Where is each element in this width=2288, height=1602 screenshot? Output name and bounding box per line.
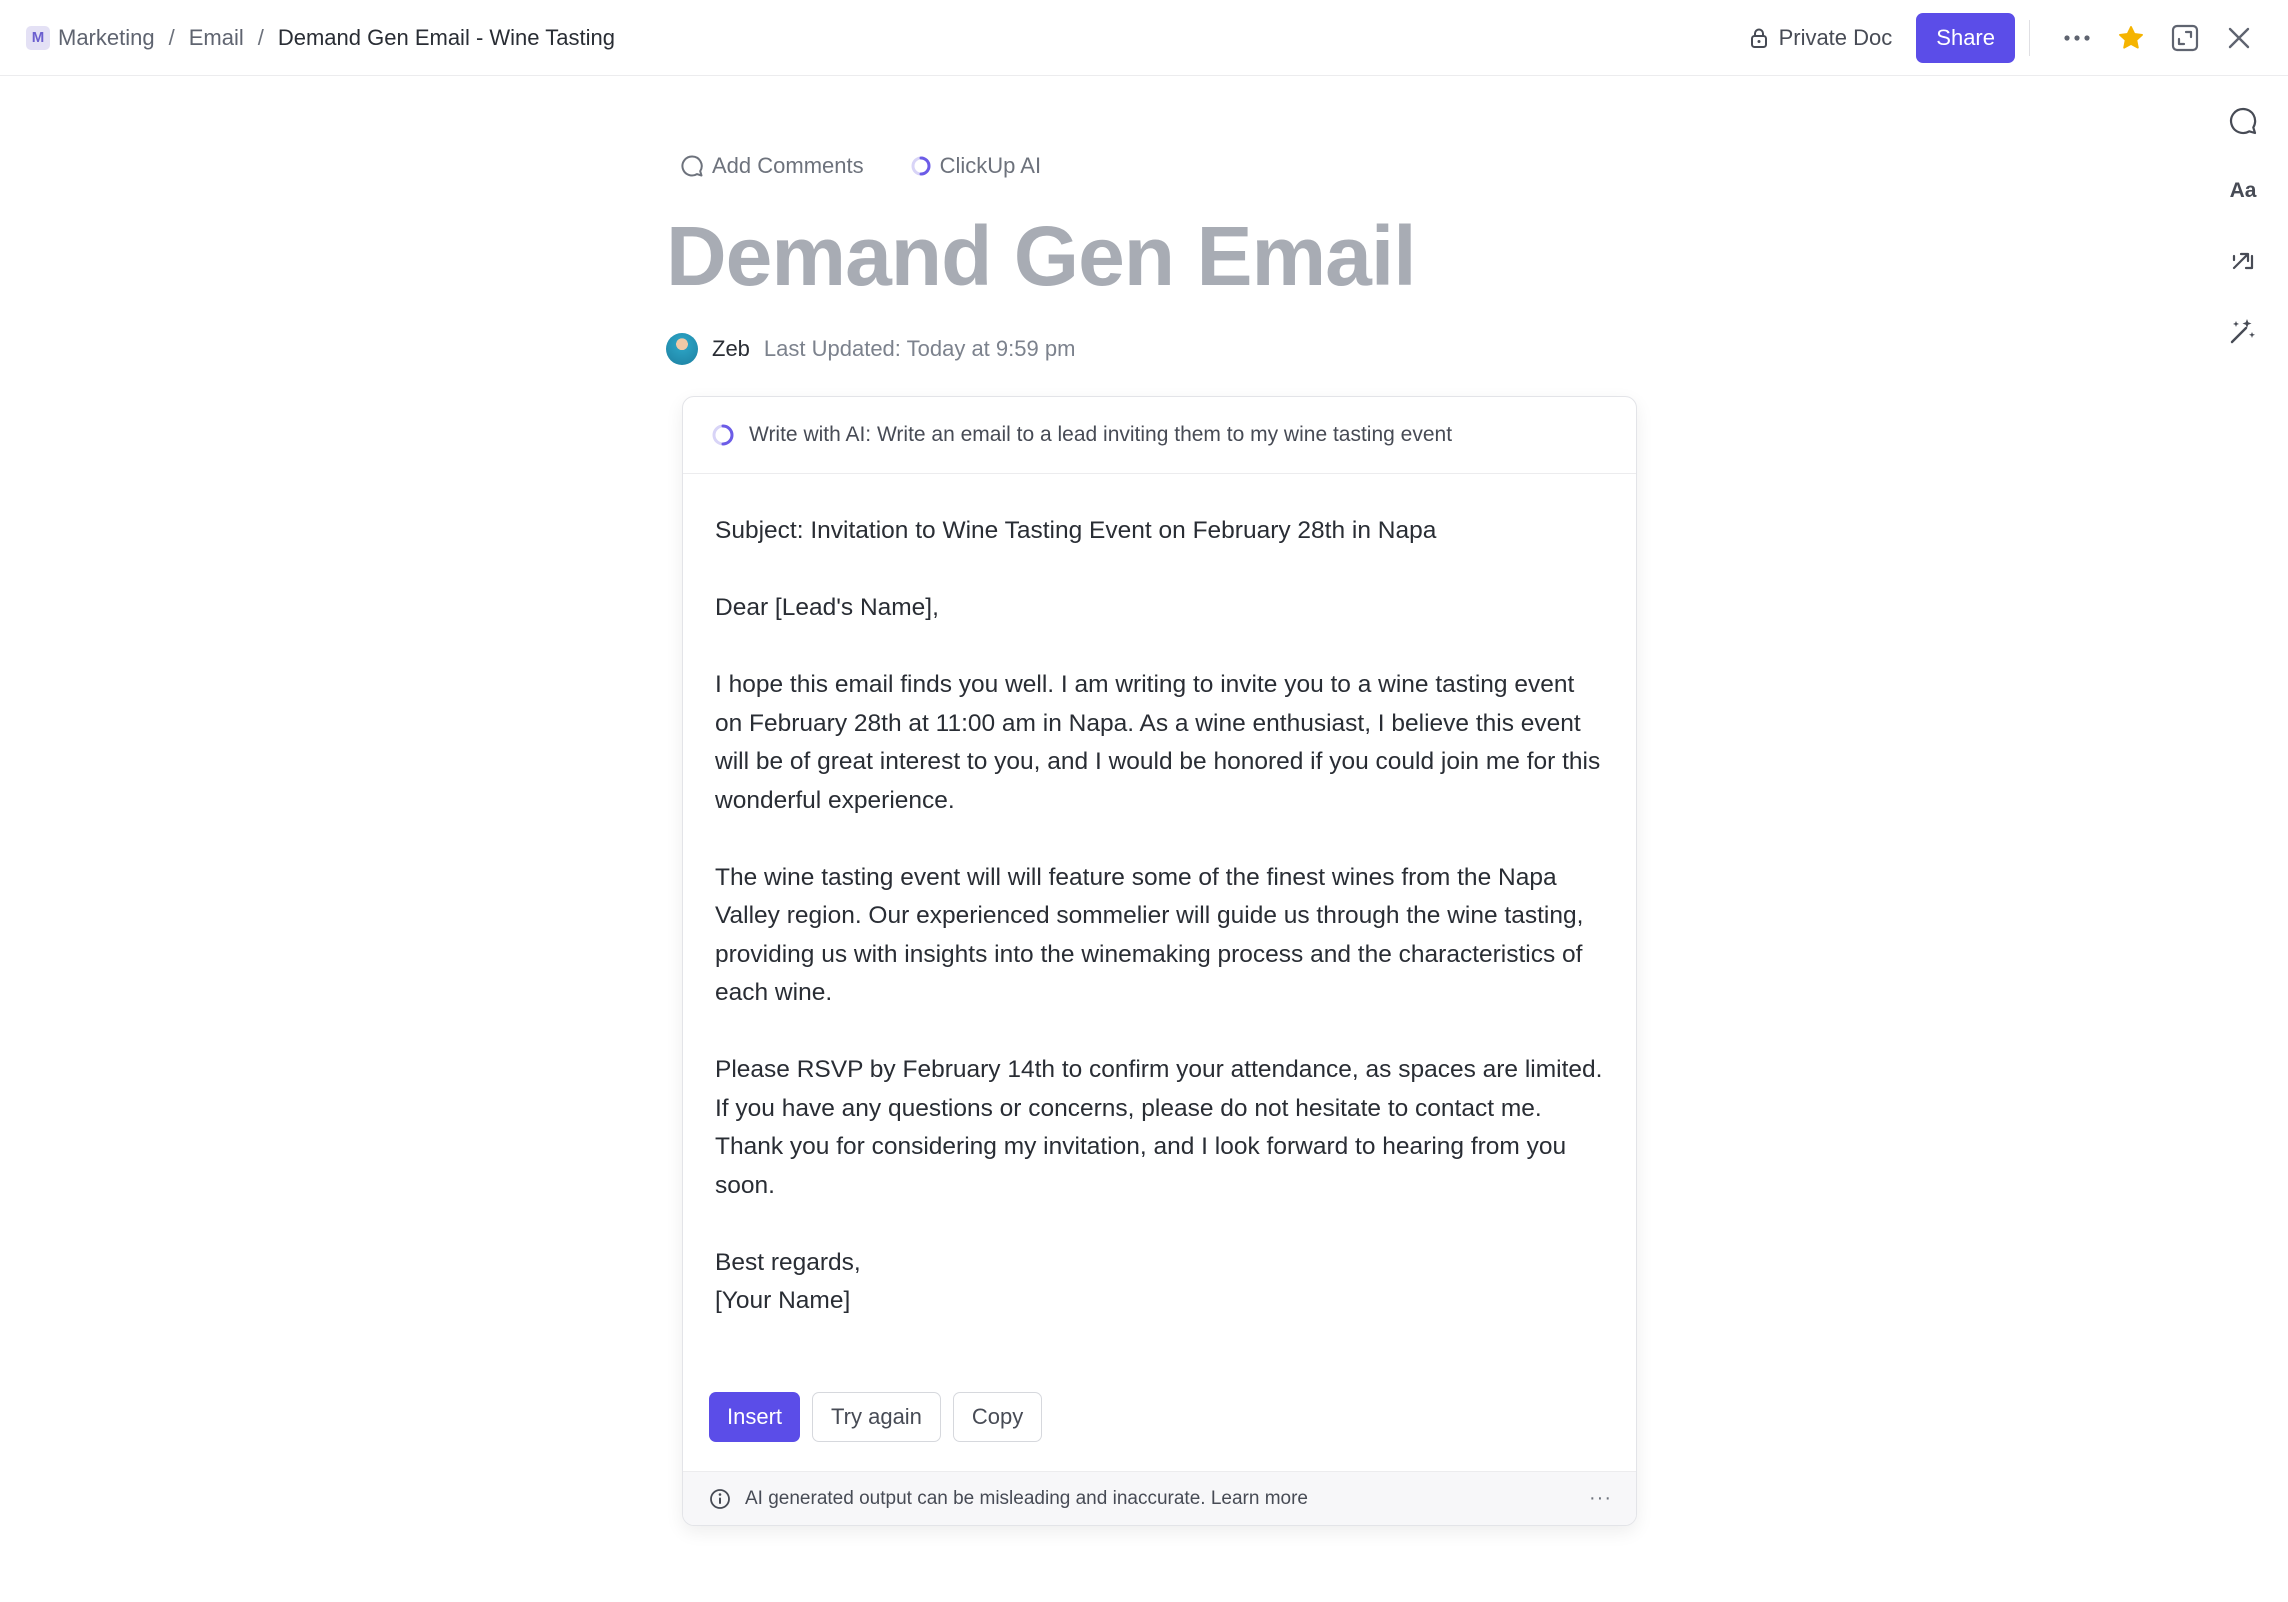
divider <box>2029 20 2030 56</box>
ai-prompt-text: Write with AI: Write an email to a lead … <box>749 423 1453 446</box>
breadcrumb-item-email[interactable]: Email <box>189 25 244 51</box>
ai-disclaimer-text[interactable]: AI generated output can be misleading an… <box>745 1488 1308 1510</box>
doc-meta: Zeb Last Updated: Today at 9:59 pm <box>666 333 1075 365</box>
header-actions: Private Doc Share <box>1749 0 2266 76</box>
relationships-icon <box>2232 252 2254 270</box>
more-button[interactable] <box>2050 11 2104 65</box>
clickup-ai-label: ClickUp AI <box>939 153 1042 178</box>
rail-text-format-button[interactable]: Aa <box>2218 166 2268 216</box>
privacy-toggle[interactable]: Private Doc <box>1749 25 1893 51</box>
text-format-icon: Aa <box>2229 179 2257 202</box>
email-paragraph: Please RSVP by February 14th to confirm … <box>715 1056 1603 1122</box>
ai-disclaimer-bar: AI generated output can be misleading an… <box>683 1471 1636 1525</box>
email-paragraph: The wine tasting event will will feature… <box>715 863 1584 1007</box>
clickup-ai-icon <box>911 156 931 176</box>
insert-button[interactable]: Insert <box>709 1392 801 1442</box>
ai-magic-icon <box>2230 319 2255 344</box>
email-closing: Best regards, <box>715 1248 861 1276</box>
clickup-ai-button[interactable]: ClickUp AI <box>910 153 1041 179</box>
breadcrumb-separator: / <box>168 24 175 50</box>
comment-icon <box>2229 107 2257 135</box>
comment-icon <box>681 155 703 177</box>
email-subject: Subject: Invitation to Wine Tasting Even… <box>715 517 1437 544</box>
breadcrumb-separator: / <box>257 24 264 50</box>
expand-button[interactable] <box>2158 11 2212 65</box>
email-signature: [Your Name] <box>715 1287 851 1314</box>
ai-output: Subject: Invitation to Wine Tasting Even… <box>683 474 1636 1321</box>
last-updated: Last Updated: Today at 9:59 pm <box>763 336 1076 361</box>
breadcrumb: M Marketing / Email / Demand Gen Email -… <box>26 25 615 51</box>
email-paragraph: I hope this email finds you well. I am w… <box>715 671 1601 814</box>
star-icon <box>2119 26 2143 49</box>
ai-spinner-icon <box>712 424 734 446</box>
rail-relationships-button[interactable] <box>2218 236 2268 286</box>
ellipsis-icon <box>2064 35 2090 41</box>
privacy-label: Private Doc <box>1778 25 1893 50</box>
ai-actions: Insert Try again Copy <box>709 1392 1054 1442</box>
info-icon <box>710 1488 730 1509</box>
ai-writer-card: Write with AI: Write an email to a lead … <box>682 396 1637 1526</box>
add-comments-button[interactable]: Add Comments <box>680 153 864 179</box>
breadcrumb-item-current[interactable]: Demand Gen Email - Wine Tasting <box>278 25 615 51</box>
avatar[interactable] <box>666 333 698 365</box>
close-button[interactable] <box>2212 11 2266 65</box>
ai-more-button[interactable]: ··· <box>1589 1487 1612 1510</box>
right-rail: Aa <box>2218 96 2268 376</box>
page-title[interactable]: Demand Gen Email <box>666 208 1417 305</box>
add-comments-label: Add Comments <box>712 153 864 178</box>
close-icon <box>2228 27 2250 49</box>
rail-comments-button[interactable] <box>2218 96 2268 146</box>
share-button[interactable]: Share <box>1916 13 2015 63</box>
author-name[interactable]: Zeb <box>712 336 750 362</box>
doc-toolbar: Add Comments ClickUp AI <box>680 153 1087 179</box>
rail-ai-button[interactable] <box>2218 306 2268 356</box>
top-bar: M Marketing / Email / Demand Gen Email -… <box>0 0 2288 76</box>
favorite-button[interactable] <box>2104 11 2158 65</box>
expand-icon <box>2171 24 2199 52</box>
copy-button[interactable]: Copy <box>952 1392 1043 1442</box>
breadcrumb-item-marketing[interactable]: Marketing <box>58 25 155 51</box>
email-paragraph: Thank you for considering my invitation,… <box>715 1133 1567 1199</box>
try-again-button[interactable]: Try again <box>812 1392 941 1442</box>
email-greeting: Dear [Lead's Name], <box>715 594 939 621</box>
ai-prompt-bar: Write with AI: Write an email to a lead … <box>683 397 1636 474</box>
space-avatar-icon[interactable]: M <box>26 25 50 50</box>
lock-icon <box>1750 28 1767 48</box>
